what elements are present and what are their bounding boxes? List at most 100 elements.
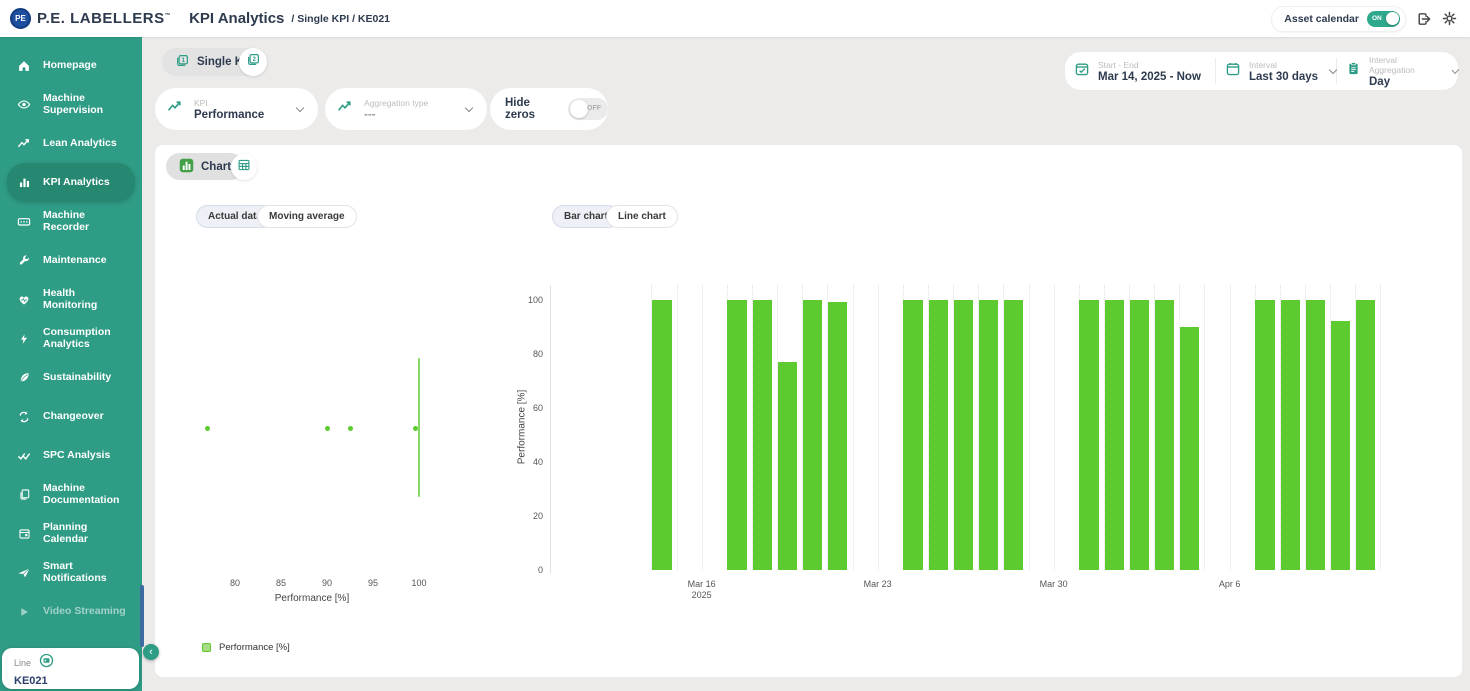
top-header: PE P.E. LABELLERS™ KPI Analytics / Singl… — [0, 0, 1470, 37]
sidebar-item-label: Video Streaming — [43, 606, 127, 618]
sidebar-item-label: Sustainability — [43, 372, 127, 384]
aggregation-type-select[interactable]: Aggregation type --- — [325, 88, 487, 130]
hide-zeros-label: Hide zeros — [505, 97, 559, 121]
bar-chart-y-tick-label: 100 — [509, 295, 543, 305]
gear-icon[interactable] — [1441, 10, 1458, 27]
sidebar-item-label: Homepage — [43, 60, 127, 72]
changeover-cycle-icon — [17, 410, 31, 424]
sidebar-item-sustainability[interactable]: Sustainability — [0, 358, 142, 397]
sidebar-item-machine-supervision[interactable]: Machine Supervision — [0, 85, 142, 124]
start-end-field[interactable]: Start - End Mar 14, 2025 - Now — [1065, 58, 1215, 84]
sidebar-item-spc-analysis[interactable]: SPC Analysis — [0, 436, 142, 475]
breadcrumb[interactable]: / Single KPI / KE021 — [291, 13, 390, 25]
chevron-down-icon — [465, 103, 473, 111]
bar-mar-31 — [1079, 300, 1099, 570]
compare-kpi-button[interactable]: 2 — [239, 48, 267, 76]
day-gridline — [1054, 285, 1055, 570]
chevron-down-icon — [1452, 66, 1459, 73]
bar-mar-20 — [803, 300, 823, 570]
sidebar-item-label: Machine Supervision — [43, 93, 127, 116]
bar-chart-y-axis-line — [550, 285, 551, 574]
interval-select[interactable]: Interval Last 30 days — [1215, 58, 1336, 84]
scatter-point — [325, 426, 330, 431]
sidebar-item-kpi-analytics[interactable]: KPI Analytics — [7, 163, 135, 202]
documents-icon — [17, 488, 31, 501]
strip-x-tick-label: 95 — [368, 578, 378, 588]
asset-calendar-toggle[interactable]: ON — [1367, 11, 1400, 27]
bar-chart-y-tick-label: 20 — [509, 511, 543, 521]
sidebar-item-label: Smart Notifications — [43, 561, 127, 584]
bar-apr-7 — [1255, 300, 1275, 570]
machine-card[interactable]: Line KE021 — [2, 648, 139, 689]
sidebar-item-label: KPI Analytics — [43, 177, 127, 189]
svg-text:2: 2 — [252, 57, 256, 63]
interval-aggregation-label: Interval Aggregation — [1369, 55, 1423, 75]
bar-chart-x-tick-label: Mar 30 — [1040, 579, 1068, 590]
sidebar-item-consumption-analytics[interactable]: Consumption Analytics — [0, 319, 142, 358]
home-icon — [17, 59, 31, 73]
start-end-value: Mar 14, 2025 - Now — [1098, 71, 1201, 83]
calendar-check-icon — [1074, 61, 1090, 82]
interval-value: Last 30 days — [1249, 71, 1318, 83]
main-content: 1 Single KPI 2 Start - End Mar 14, 2025 … — [142, 37, 1470, 691]
chevron-down-icon — [296, 103, 304, 111]
bar-chart-icon — [17, 176, 31, 189]
sidebar-item-label: Machine Recorder — [43, 210, 127, 233]
heart-pulse-icon — [17, 293, 31, 307]
sidebar-item-video-streaming[interactable]: Video Streaming — [0, 592, 142, 631]
bar-apr-9 — [1306, 300, 1326, 570]
bolt-icon — [17, 332, 31, 346]
day-gridline — [1230, 285, 1231, 570]
machine-type-label: Line — [14, 658, 31, 668]
sidebar-item-label: Lean Analytics — [43, 138, 127, 150]
start-end-label: Start - End — [1098, 60, 1201, 70]
legend-swatch-icon — [202, 643, 211, 652]
sidebar-item-label: Machine Documentation — [43, 483, 127, 506]
sidebar-item-machine-recorder[interactable]: Machine Recorder — [0, 202, 142, 241]
kpi-select[interactable]: KPI Performance — [155, 88, 318, 130]
bar-mar-28 — [1004, 300, 1024, 570]
sidebar-item-maintenance[interactable]: Maintenance — [0, 241, 142, 280]
sidebar-item-machine-documentation[interactable]: Machine Documentation — [0, 475, 142, 514]
toggle-state-text: ON — [1372, 15, 1382, 22]
sidebar-item-label: Changeover — [43, 411, 127, 423]
bar-apr-2 — [1130, 300, 1150, 570]
strip-x-tick-label: 100 — [411, 578, 426, 588]
chart-legend[interactable]: Performance [%] — [202, 642, 290, 653]
sidebar-collapse-button[interactable]: ‹ — [143, 644, 159, 660]
machine-icon — [39, 653, 54, 673]
sidebar-item-smart-notifications[interactable]: Smart Notifications — [0, 553, 142, 592]
sidebar-item-health-monitoring[interactable]: Health Monitoring — [0, 280, 142, 319]
play-icon — [17, 606, 31, 618]
bar-chart-y-tick-label: 60 — [509, 403, 543, 413]
bar-apr-8 — [1281, 300, 1301, 570]
sidebar-item-label: Planning Calendar — [43, 522, 127, 545]
sidebar-item-lean-analytics[interactable]: Lean Analytics — [0, 124, 142, 163]
interval-aggregation-select[interactable]: Interval Aggregation Day — [1336, 58, 1458, 84]
bar-chart-x-tick-label: Mar 23 — [864, 579, 892, 590]
strip-plot-x-axis-title: Performance [%] — [275, 593, 349, 604]
send-icon — [17, 566, 31, 580]
clipboard-icon — [1346, 61, 1361, 81]
day-gridline — [853, 285, 854, 570]
bar-mar-25 — [929, 300, 949, 570]
bar-apr-11 — [1356, 300, 1376, 570]
asset-calendar-label: Asset calendar — [1284, 13, 1359, 25]
bar-mar-19 — [778, 362, 798, 570]
toggle-knob — [1386, 12, 1399, 25]
sidebar-item-homepage[interactable]: Homepage — [0, 46, 142, 85]
sidebar-item-label: Consumption Analytics — [43, 327, 127, 350]
trademark-mark: ™ — [165, 13, 172, 19]
chart-panel: Chart Actual data Moving average Bar cha… — [155, 145, 1462, 677]
sidebar-scrollbar[interactable] — [140, 585, 144, 647]
hide-zeros-toggle[interactable]: OFF — [568, 98, 608, 120]
toggle-knob — [570, 100, 588, 118]
aggregation-type-value: --- — [364, 109, 428, 121]
sidebar-nav: Homepage Machine Supervision Lean Analyt… — [0, 37, 142, 691]
sidebar-item-changeover[interactable]: Changeover — [0, 397, 142, 436]
bar-mar-24 — [903, 300, 923, 570]
eye-icon — [17, 97, 31, 112]
leaf-icon — [17, 371, 31, 384]
logout-icon[interactable] — [1415, 10, 1432, 27]
sidebar-item-planning-calendar[interactable]: Planning Calendar — [0, 514, 142, 553]
